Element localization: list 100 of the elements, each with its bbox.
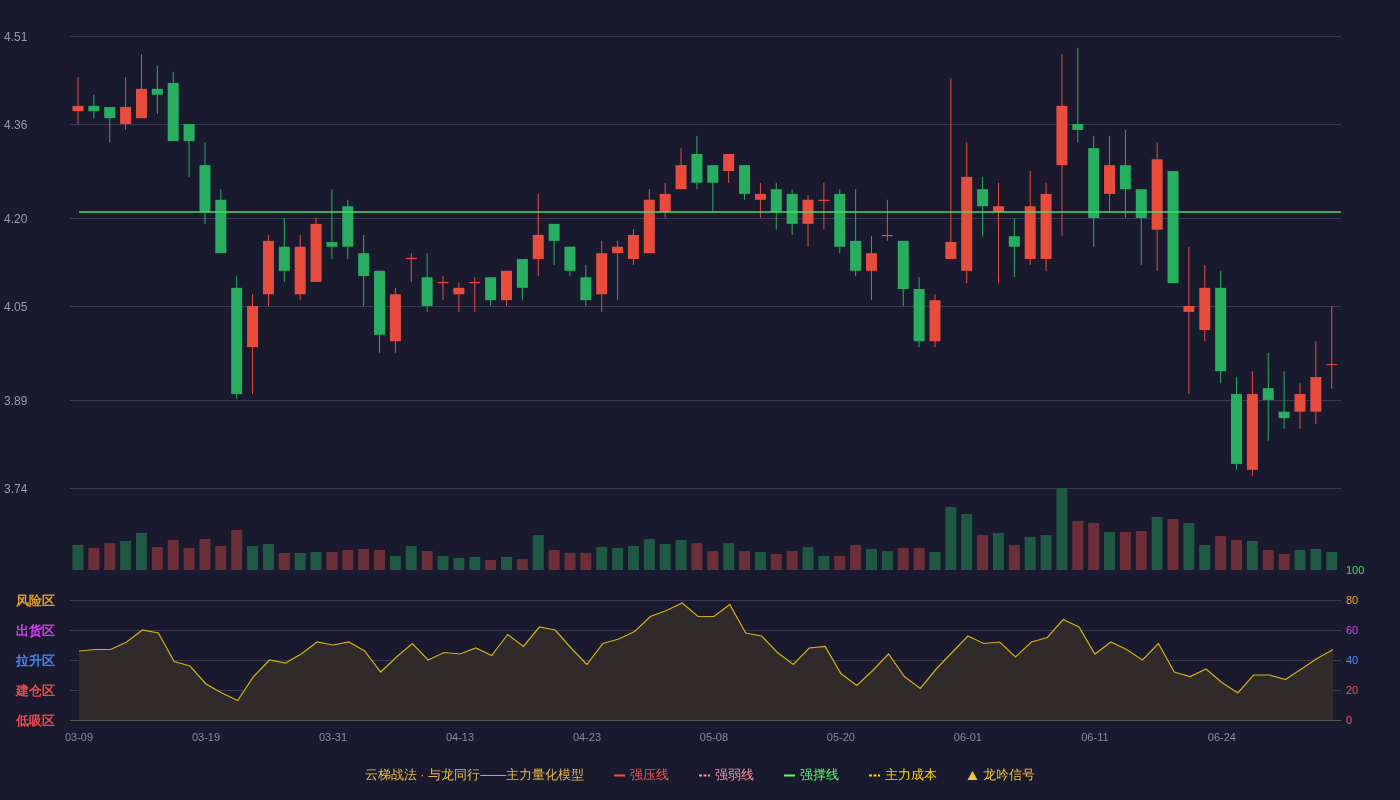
- candlestick: [1278, 370, 1290, 430]
- volume-bar: [754, 552, 766, 570]
- date-label: 03-31: [318, 731, 348, 743]
- volume-bar: [612, 548, 624, 570]
- volume-bar: [1072, 521, 1084, 570]
- candlestick: [548, 223, 560, 266]
- volume-bar: [659, 544, 671, 570]
- volume-bar: [374, 550, 386, 570]
- candlestick: [818, 182, 830, 230]
- candlestick: [834, 188, 846, 254]
- legend-item[interactable]: 强弱线: [699, 765, 755, 785]
- axis-tick-label: 100: [1346, 564, 1365, 576]
- volume-bar: [1135, 531, 1147, 570]
- volume-bar: [1008, 545, 1020, 570]
- volume-bar: [1215, 536, 1227, 570]
- candlestick: [691, 135, 703, 190]
- candlestick: [564, 246, 576, 277]
- date-label: 05-20: [826, 731, 855, 743]
- candlestick: [278, 217, 290, 283]
- candlestick: [104, 106, 116, 143]
- axis-tick-label: 60: [1346, 624, 1359, 636]
- volume-bar: [88, 548, 100, 570]
- volume-bar: [834, 556, 846, 570]
- volume-bar: [1151, 517, 1163, 570]
- candlestick: [707, 164, 719, 213]
- candlestick: [469, 276, 481, 313]
- volume-bar: [167, 540, 179, 570]
- volume-bar: [818, 556, 830, 570]
- volume-bar: [992, 533, 1004, 570]
- volume-bar: [326, 552, 338, 570]
- volume-bar: [215, 546, 227, 570]
- candlestick: [977, 176, 989, 237]
- volume-bar: [1310, 549, 1322, 570]
- volume-bar: [1199, 545, 1211, 570]
- volume-bar: [643, 539, 655, 570]
- candlestick: [516, 258, 528, 301]
- volume-bar: [294, 553, 306, 570]
- volume-bar: [453, 558, 465, 570]
- candlestick: [310, 217, 322, 283]
- candlestick: [183, 123, 195, 178]
- candlestick: [437, 275, 449, 301]
- volume-bar: [1104, 532, 1116, 570]
- volume-bar: [532, 535, 544, 570]
- candlestick: [326, 188, 338, 260]
- volume-bar: [485, 560, 497, 570]
- candlestick: [612, 240, 624, 301]
- candlestick: [136, 53, 147, 119]
- volume-bar: [358, 549, 370, 570]
- volume-bar: [739, 551, 751, 570]
- volume-bar: [1024, 537, 1036, 570]
- volume-bar: [580, 553, 592, 570]
- volume-bar: [136, 533, 147, 570]
- volume-bar: [1262, 550, 1274, 570]
- date-label: 06-11: [1081, 731, 1109, 743]
- candlestick: [802, 194, 814, 248]
- candlestick: [151, 65, 163, 115]
- date-label: 04-13: [445, 731, 475, 743]
- axis-tick-label: 0: [1346, 714, 1353, 726]
- volume-bar: [469, 557, 481, 570]
- date-label: 03-19: [191, 731, 221, 743]
- legend-item[interactable]: 强撑线: [784, 765, 840, 785]
- volume-bar: [104, 543, 116, 570]
- candlestick: [770, 182, 782, 231]
- volume-bar: [913, 548, 925, 570]
- volume-bar: [929, 552, 941, 570]
- volume-bar: [183, 548, 195, 570]
- candlestick: [1008, 217, 1020, 278]
- volume-bar: [627, 546, 639, 570]
- candlestick: [897, 240, 909, 307]
- volume-bar: [1326, 552, 1338, 570]
- zone-label: 低吸区: [16, 713, 55, 728]
- volume-bar: [437, 556, 449, 570]
- axis-tick-label: 20: [1346, 684, 1359, 696]
- price-axis-label: 3.74: [4, 481, 28, 496]
- legend-item[interactable]: 龙吟信号: [967, 765, 1036, 785]
- legend-item[interactable]: 主力成本: [869, 765, 938, 785]
- date-label: 06-24: [1207, 731, 1236, 743]
- candlestick: [120, 76, 132, 131]
- price-axis-label: 4.51: [4, 29, 28, 44]
- candlestick: [643, 188, 655, 254]
- volume-bar: [151, 547, 163, 570]
- candlestick: [866, 235, 877, 301]
- candlestick: [913, 276, 925, 348]
- price-axis-label: 4.36: [4, 117, 28, 132]
- candlestick: [342, 199, 354, 260]
- volume-bar: [770, 554, 782, 570]
- volume-bar: [421, 551, 433, 570]
- volume-bar: [1278, 554, 1290, 570]
- candlestick: [659, 182, 671, 219]
- volume-bar: [342, 550, 354, 570]
- candlestick: [485, 276, 497, 307]
- legend-item[interactable]: 强压线: [614, 765, 670, 785]
- axis-tick-label: 80: [1346, 594, 1359, 606]
- volume-bar: [1167, 519, 1179, 570]
- volume-bar: [977, 535, 989, 570]
- volume-bar: [389, 556, 401, 570]
- candlestick: [723, 153, 735, 184]
- volume-bar: [247, 546, 259, 570]
- candlestick: [215, 188, 227, 254]
- volume-bar: [72, 545, 84, 570]
